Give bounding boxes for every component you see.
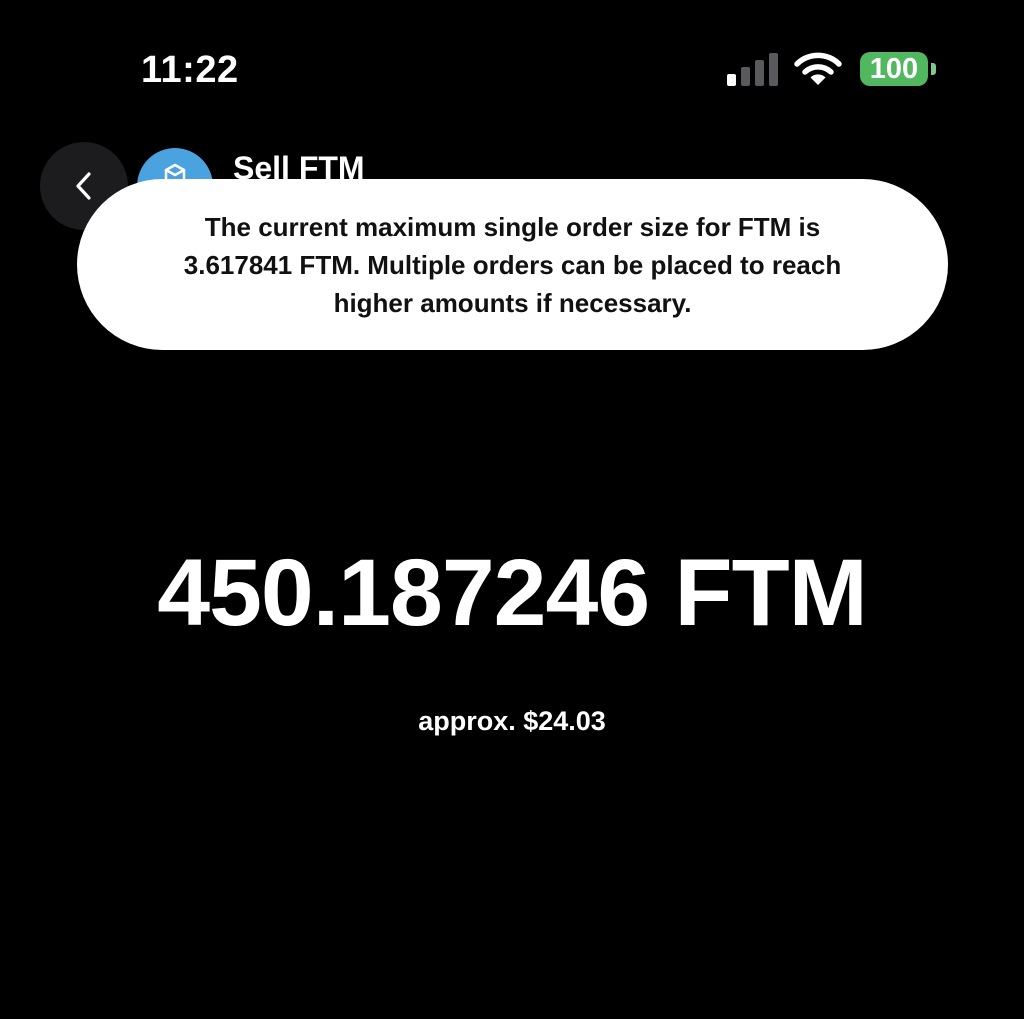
battery-cap (931, 63, 936, 75)
approx-fiat-value: approx. $24.03 (418, 706, 606, 736)
signal-bar-4 (769, 53, 778, 86)
status-time: 11:22 (141, 49, 239, 91)
cellular-signal-icon (727, 53, 779, 86)
signal-bar-3 (755, 60, 764, 86)
chevron-left-icon (76, 172, 91, 200)
signal-bar-1 (727, 74, 736, 86)
signal-bar-2 (741, 67, 750, 86)
wifi-icon (794, 52, 842, 85)
max-order-toast: The current maximum single order size fo… (77, 179, 948, 350)
sell-amount: 450.187246 FTM (157, 540, 868, 646)
battery-level: 100 (869, 53, 919, 85)
battery-icon: 100 (860, 52, 928, 86)
toast-message: The current maximum single order size fo… (183, 212, 842, 318)
